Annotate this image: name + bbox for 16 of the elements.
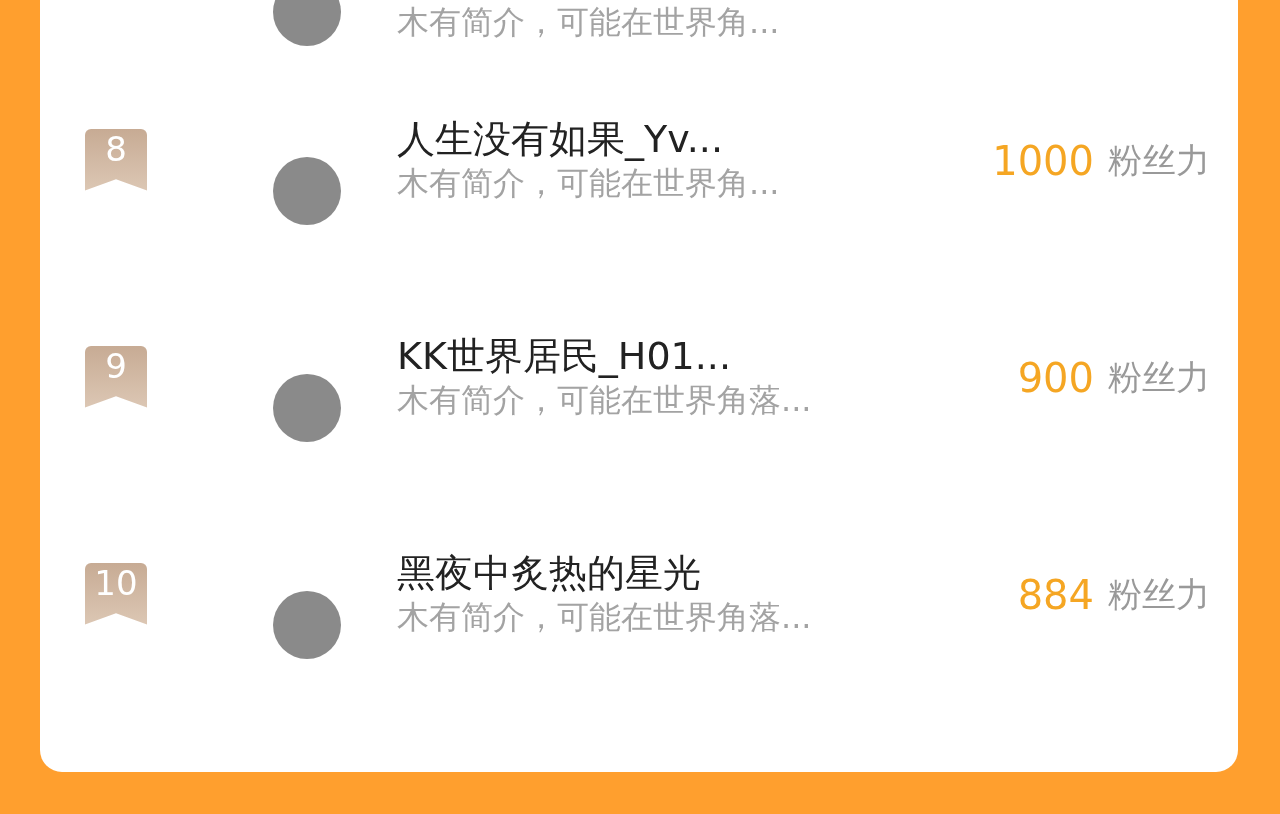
fan-power-label: 粉丝力 bbox=[1108, 573, 1210, 616]
fan-power-label: 粉丝力 bbox=[1108, 356, 1210, 399]
rank-badge: 9 bbox=[85, 345, 147, 408]
fan-power-value: 884 bbox=[1017, 570, 1094, 620]
user-bio: 木有简介，可能在世界角... bbox=[397, 2, 781, 43]
rank-badge: 8 bbox=[85, 128, 147, 191]
fan-power-label: 粉丝力 bbox=[1108, 139, 1210, 182]
user-bio: 木有简介，可能在世界角落... bbox=[397, 596, 813, 638]
fan-power-value: 900 bbox=[1017, 353, 1094, 403]
user-name: 人生没有如果_Yv... bbox=[397, 116, 724, 163]
rank-badge: 10 bbox=[85, 562, 147, 625]
user-name: 黑夜中炙热的星光 bbox=[397, 550, 702, 597]
user-bio: 木有简介，可能在世界角... bbox=[397, 162, 781, 204]
user-name: KK世界居民_H01... bbox=[397, 333, 732, 380]
fan-power-value: 1000 bbox=[992, 136, 1094, 186]
user-bio: 木有简介，可能在世界角落... bbox=[397, 379, 813, 421]
